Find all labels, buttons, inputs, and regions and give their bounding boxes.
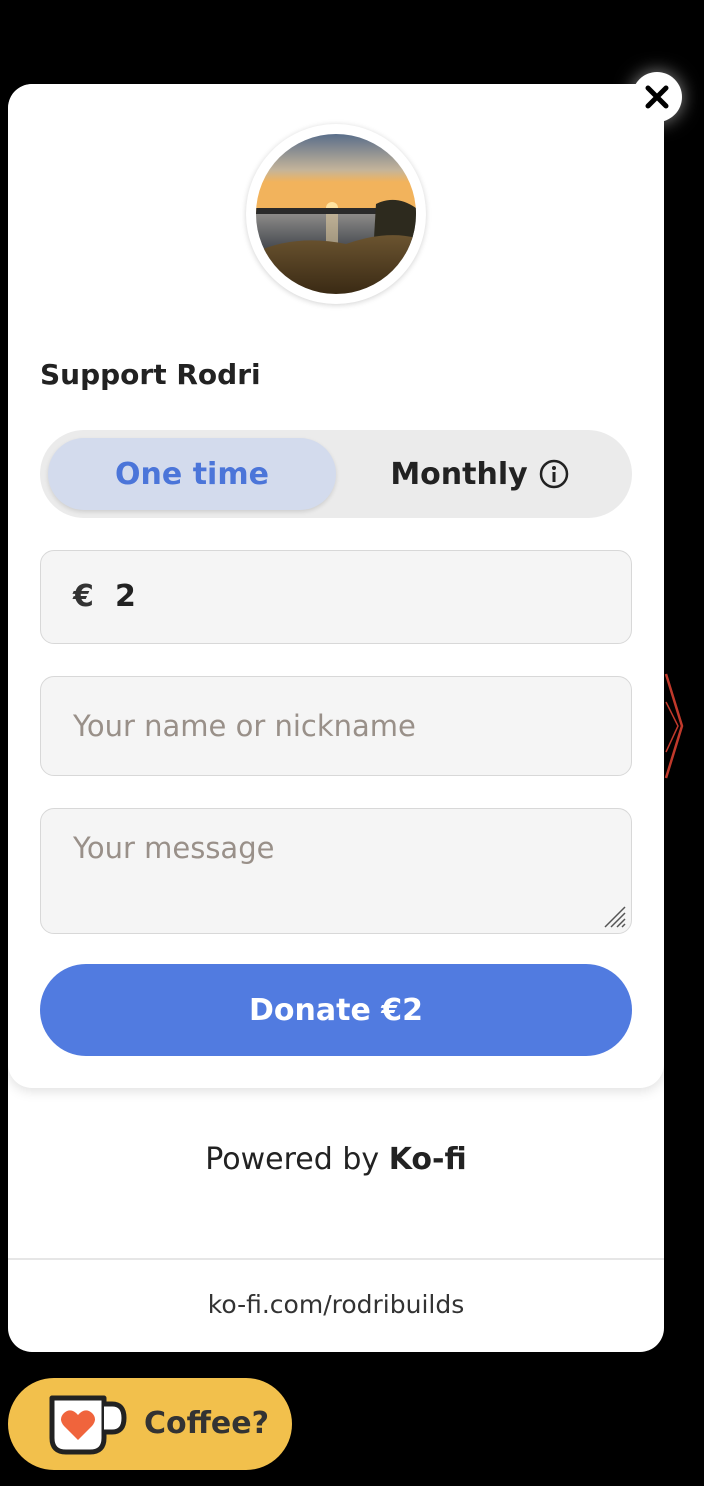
tab-one-time-label: One time [115, 456, 269, 492]
divider [8, 1258, 664, 1260]
donate-button-label: Donate €2 [249, 992, 423, 1028]
kofi-widget-panel: Support Rodri One time Monthly € 2 Your … [8, 84, 664, 1352]
powered-by-brand-link[interactable]: Ko-fi [389, 1142, 467, 1177]
avatar-sunset-image [256, 134, 416, 294]
message-field-placeholder: Your message [73, 831, 275, 865]
powered-by-prefix: Powered by [205, 1142, 380, 1177]
amount-value: 2 [115, 579, 136, 614]
name-field[interactable]: Your name or nickname [40, 676, 632, 776]
coffee-button[interactable]: Coffee? [8, 1378, 292, 1470]
close-button[interactable] [632, 72, 682, 122]
donation-card: Support Rodri One time Monthly € 2 Your … [8, 84, 664, 1088]
avatar-ring [246, 124, 426, 304]
tab-monthly-label: Monthly [390, 456, 528, 492]
currency-symbol: € [73, 579, 94, 614]
avatar [256, 134, 416, 294]
frequency-toggle: One time Monthly [40, 430, 632, 518]
message-field[interactable]: Your message [40, 808, 632, 934]
powered-by: Powered by Ko-fi [8, 1142, 664, 1177]
tab-one-time[interactable]: One time [48, 438, 336, 510]
info-icon[interactable] [538, 458, 570, 490]
kofi-cup-heart-icon [49, 1395, 127, 1455]
page-title: Support Rodri [40, 358, 261, 391]
resize-handle-icon[interactable] [603, 905, 627, 929]
close-icon [645, 85, 669, 109]
page: Support Rodri One time Monthly € 2 Your … [0, 0, 704, 1486]
name-field-placeholder: Your name or nickname [73, 709, 416, 743]
background-arrow-decoration [664, 673, 684, 779]
donate-button[interactable]: Donate €2 [40, 964, 632, 1056]
amount-input[interactable]: € 2 [40, 550, 632, 644]
tab-monthly[interactable]: Monthly [336, 438, 624, 510]
coffee-button-label: Coffee? [144, 1406, 270, 1441]
profile-url-link[interactable]: ko-fi.com/rodribuilds [8, 1290, 664, 1319]
